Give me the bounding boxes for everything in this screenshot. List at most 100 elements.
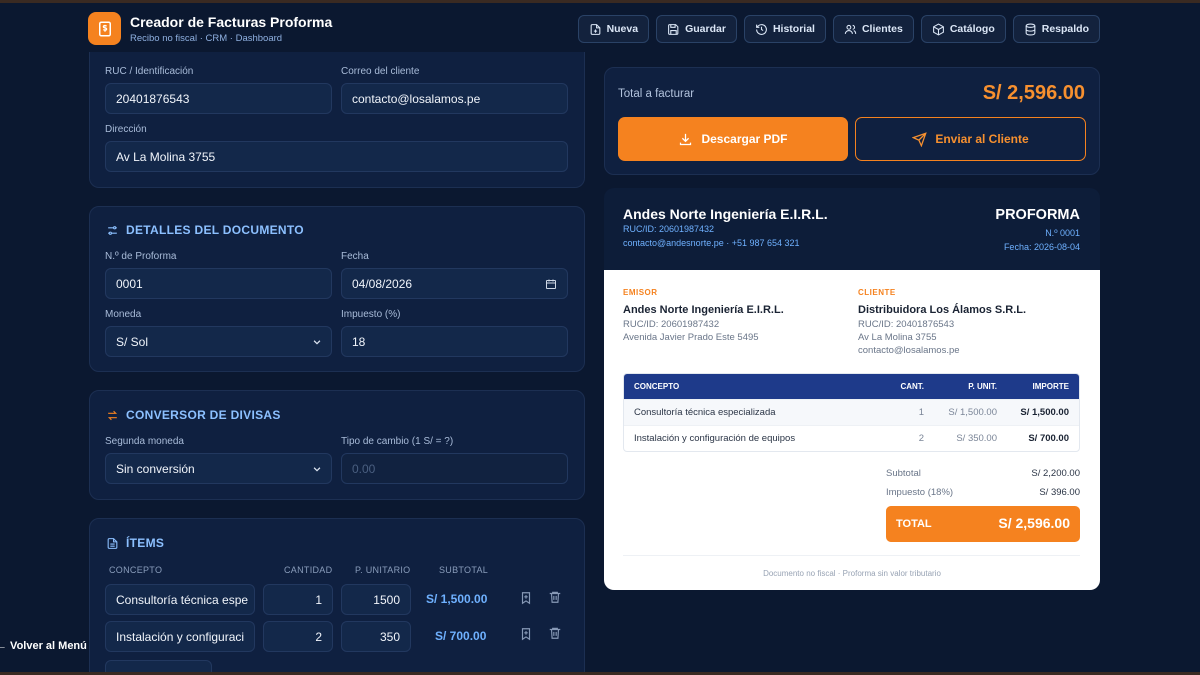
preview-doc-number: N.º 0001 <box>1045 228 1080 238</box>
preview-col-concept: CONCEPTO <box>634 382 680 391</box>
cliente-tag: CLIENTE <box>858 288 896 297</box>
second-currency-select[interactable]: Sin conversión <box>105 453 332 484</box>
app-subtitle: Recibo no fiscal · CRM · Dashboard <box>130 33 283 44</box>
history-button-label: Historial <box>772 23 815 35</box>
item-price-input[interactable]: 1500 <box>341 584 411 615</box>
converter-title: CONVERSOR DE DIVISAS <box>106 408 281 422</box>
send-icon <box>912 131 928 147</box>
tax-input[interactable]: 18 <box>341 326 568 357</box>
download-pdf-button[interactable]: Descargar PDF <box>618 117 848 161</box>
preview-col-amount: IMPORTE <box>1032 382 1069 391</box>
bookmark-icon[interactable] <box>519 627 533 641</box>
calendar-icon[interactable] <box>545 278 557 290</box>
emisor-ruc: RUC/ID: 20601987432 <box>623 319 720 330</box>
preview-items-table: CONCEPTO CANT. P. UNIT. IMPORTE Consulto… <box>623 373 1080 452</box>
date-value: 04/08/2026 <box>352 276 413 291</box>
backup-button[interactable]: Respaldo <box>1012 15 1100 43</box>
trash-icon[interactable] <box>548 626 562 640</box>
preview-row-qty: 1 <box>918 407 924 418</box>
currency-label: Moneda <box>105 309 142 320</box>
sliders-icon <box>108 225 117 235</box>
clients-button[interactable]: Clientes <box>832 15 914 43</box>
preview-table-row: Consultoría técnica especializada 1 S/ 1… <box>624 399 1079 425</box>
document-details-title: DETALLES DEL DOCUMENTO <box>106 223 304 237</box>
preview-total-box: TOTAL S/ 2,596.00 <box>886 506 1080 542</box>
second-currency-value: Sin conversión <box>116 461 195 476</box>
second-currency-label: Segunda moneda <box>105 436 184 447</box>
exchange-icon <box>107 410 118 420</box>
preview-company-contact: contacto@andesnorte.pe · +51 987 654 321 <box>623 238 800 248</box>
backup-button-label: Respaldo <box>1041 23 1089 35</box>
preview-total-label: TOTAL <box>896 518 932 530</box>
download-pdf-label: Descargar PDF <box>701 132 788 146</box>
preview-tax-label: Impuesto (18%) <box>886 487 954 498</box>
history-icon <box>756 23 767 35</box>
send-to-client-button[interactable]: Enviar al Cliente <box>855 117 1086 161</box>
app-title: Creador de Facturas Proforma <box>130 14 333 30</box>
address-label: Dirección <box>105 124 147 135</box>
history-button[interactable]: Historial <box>743 15 826 43</box>
item-concept-input[interactable]: Consultoría técnica espe <box>105 584 255 615</box>
proforma-number-input[interactable]: 0001 <box>105 268 332 299</box>
back-to-menu-link[interactable]: ← Volver al Menú <box>0 640 87 652</box>
preview-doc-title: PROFORMA <box>995 207 1080 223</box>
item-quantity-input[interactable]: 1 <box>263 584 333 615</box>
invoice-icon <box>98 21 111 36</box>
currency-select[interactable]: S/ Sol <box>105 326 332 357</box>
email-input[interactable]: contacto@losalamos.pe <box>341 83 568 114</box>
app-logo <box>88 12 121 45</box>
preview-doc-date: Fecha: 2026-08-04 <box>1003 242 1080 252</box>
total-value: S/ 2,596.00 <box>982 82 1085 104</box>
item-price-input[interactable]: 350 <box>341 621 411 652</box>
items-title: ÍTEMS <box>106 536 164 550</box>
trash-icon[interactable] <box>548 590 562 604</box>
exchange-rate-input[interactable]: 0.00 <box>341 453 568 484</box>
preview-company-name: Andes Norte Ingeniería E.I.R.L. <box>623 206 828 222</box>
ruc-label: RUC / Identificación <box>105 66 194 77</box>
save-button-label: Guardar <box>685 23 726 35</box>
preview-row-unit: S/ 350.00 <box>956 433 997 444</box>
save-icon <box>668 23 679 35</box>
email-label: Correo del cliente <box>341 66 420 77</box>
item-subtotal: S/ 700.00 <box>435 629 487 643</box>
item-quantity-input[interactable]: 2 <box>263 621 333 652</box>
col-concept: CONCEPTO <box>109 565 163 575</box>
save-button[interactable]: Guardar <box>656 15 737 43</box>
preview-footer-divider <box>623 555 1080 556</box>
proforma-number-label: N.º de Proforma <box>105 251 177 262</box>
preview-row-amount: S/ 1,500.00 <box>1020 407 1069 418</box>
emisor-tag: EMISOR <box>623 288 658 297</box>
item-concept-input[interactable]: Instalación y configuraci <box>105 621 255 652</box>
chevron-down-icon <box>313 467 321 472</box>
preview-col-unit: P. UNIT. <box>968 382 997 391</box>
preview-col-qty: CANT. <box>900 382 924 391</box>
ruc-input[interactable]: 20401876543 <box>105 83 332 114</box>
document-details-title-text: DETALLES DEL DOCUMENTO <box>126 223 304 237</box>
cliente-email: contacto@losalamos.pe <box>858 345 960 356</box>
address-input[interactable]: Av La Molina 3755 <box>105 141 568 172</box>
preview-company-ruc: RUC/ID: 20601987432 <box>623 224 715 234</box>
document-icon <box>107 537 118 549</box>
preview-row-concept: Consultoría técnica especializada <box>634 407 776 418</box>
tax-label: Impuesto (%) <box>341 309 401 320</box>
preview-row-qty: 2 <box>918 433 924 444</box>
catalog-button[interactable]: Catálogo <box>920 15 1006 43</box>
date-input[interactable]: 04/08/2026 <box>341 268 568 299</box>
preview-subtotal-label: Subtotal <box>886 468 921 479</box>
users-icon <box>844 24 857 34</box>
cliente-ruc: RUC/ID: 20401876543 <box>858 319 955 330</box>
new-button[interactable]: Nueva <box>577 15 650 43</box>
bookmark-icon[interactable] <box>519 591 533 605</box>
preview-row-concept: Instalación y configuración de equipos <box>634 433 796 444</box>
download-icon <box>680 133 692 145</box>
preview-subtotal-value: S/ 2,200.00 <box>1031 468 1080 479</box>
new-file-icon <box>590 23 600 35</box>
converter-title-text: CONVERSOR DE DIVISAS <box>126 408 281 422</box>
cliente-address: Av La Molina 3755 <box>858 332 937 343</box>
catalog-button-label: Catálogo <box>949 23 995 35</box>
preview-table-row: Instalación y configuración de equipos 2… <box>624 425 1079 451</box>
items-title-text: ÍTEMS <box>126 536 165 550</box>
cliente-name: Distribuidora Los Álamos S.R.L. <box>858 304 1027 316</box>
preview-tax-value: S/ 396.00 <box>1039 487 1080 498</box>
col-quantity: CANTIDAD <box>284 565 333 575</box>
